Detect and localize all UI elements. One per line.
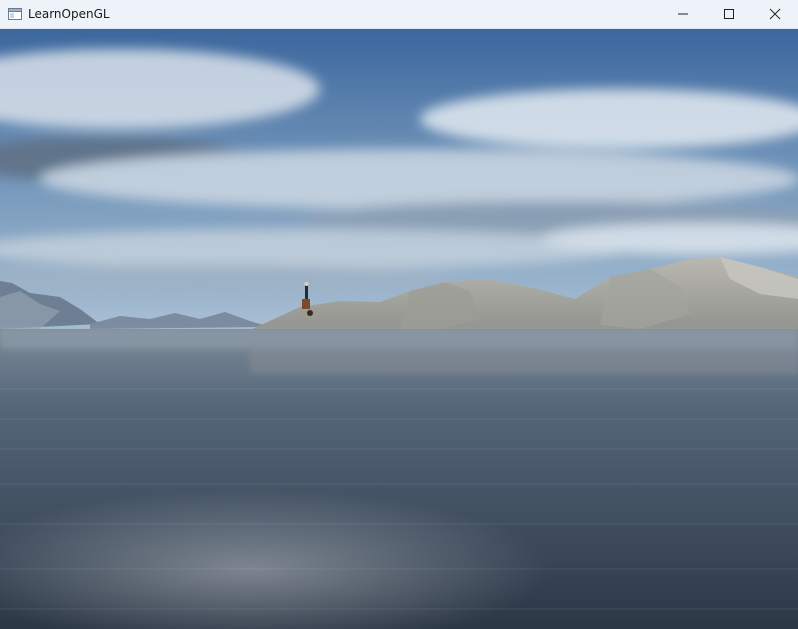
window-controls xyxy=(660,0,798,29)
minimize-button[interactable] xyxy=(660,0,706,29)
render-viewport[interactable] xyxy=(0,29,798,629)
window-title: LearnOpenGL xyxy=(28,7,110,21)
close-button[interactable] xyxy=(752,0,798,29)
maximize-icon xyxy=(723,5,735,24)
app-window: LearnOpenGL xyxy=(0,0,798,629)
title-bar[interactable]: LearnOpenGL xyxy=(0,0,798,29)
maximize-button[interactable] xyxy=(706,0,752,29)
window-app-icon xyxy=(8,8,22,20)
minimize-icon xyxy=(677,5,689,24)
close-icon xyxy=(769,5,781,24)
